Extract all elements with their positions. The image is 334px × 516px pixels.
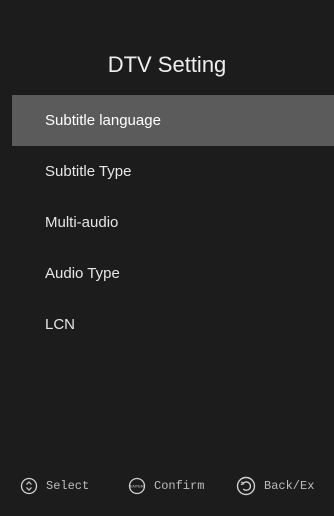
menu-item-audio-type[interactable]: Audio Type (12, 248, 334, 299)
menu-item-multi-audio[interactable]: Multi-audio (12, 197, 334, 248)
dtv-setting-screen: DTV Setting Subtitle language Subtitle T… (0, 0, 334, 516)
menu-item-label: LCN (45, 316, 76, 333)
updown-icon (20, 477, 38, 495)
enter-icon: ENTER (128, 477, 146, 495)
back-hint-label: Back/Ex (264, 479, 315, 493)
menu-item-label: Audio Type (45, 265, 120, 282)
menu-item-subtitle-type[interactable]: Subtitle Type (12, 146, 334, 197)
select-hint-label: Select (46, 479, 90, 493)
back-hint: Back/Ex (236, 472, 320, 500)
confirm-hint-label: Confirm (154, 479, 205, 493)
menu-item-subtitle-language[interactable]: Subtitle language (12, 95, 334, 146)
menu-item-lcn[interactable]: LCN (12, 299, 334, 350)
back-icon (236, 476, 256, 496)
select-hint: Select (20, 472, 89, 500)
confirm-hint: ENTER Confirm (128, 472, 204, 500)
menu-item-label: Subtitle language (45, 112, 161, 129)
menu-item-label: Subtitle Type (45, 163, 132, 180)
menu-item-label: Multi-audio (45, 214, 119, 231)
settings-menu: Subtitle language Subtitle Type Multi-au… (12, 95, 334, 350)
svg-text:ENTER: ENTER (130, 484, 144, 489)
key-hint-bar: Select ENTER Confirm Back/Ex (0, 472, 334, 500)
page-title: DTV Setting (107, 52, 227, 77)
